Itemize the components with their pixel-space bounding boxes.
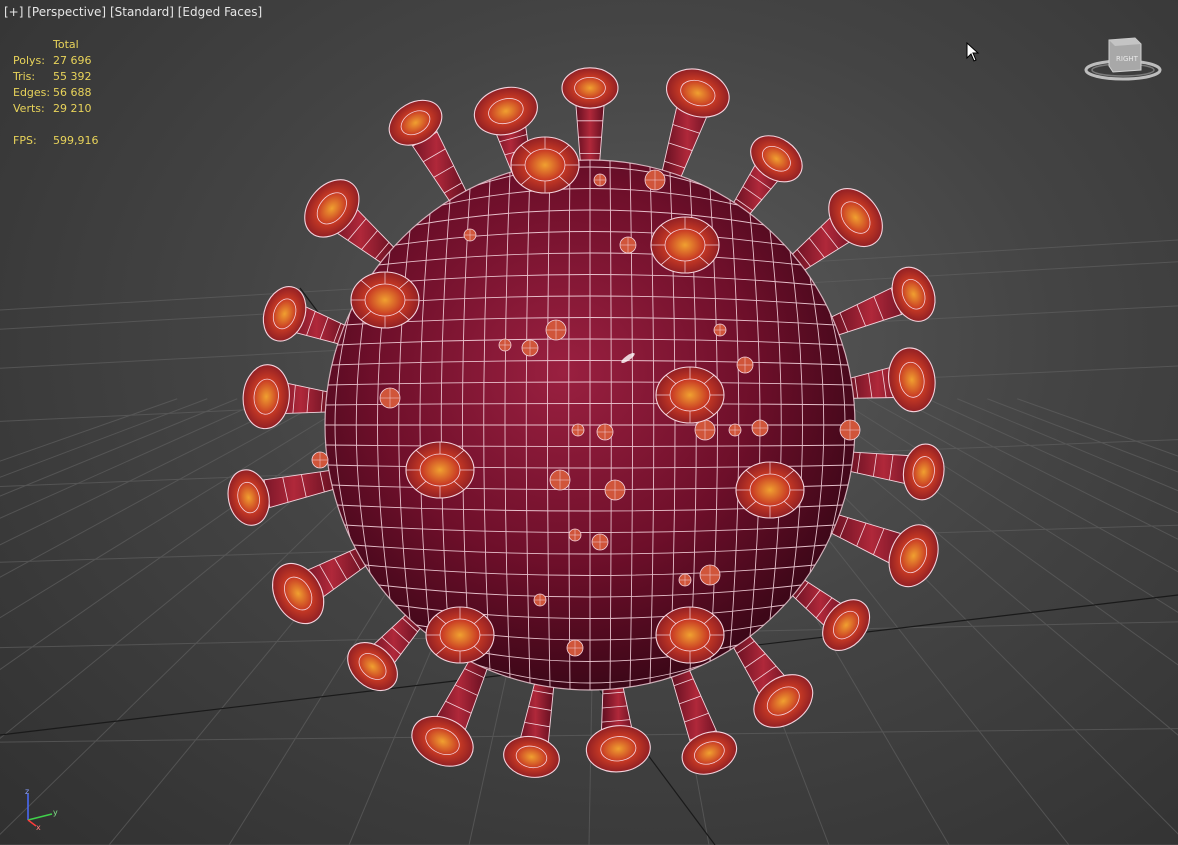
stats-value: 27 696 [53,54,92,67]
stats-row-edges: Edges: 56 688 [13,85,99,101]
stats-row-polys: Polys: 27 696 [13,53,99,69]
viewport-shading-standard[interactable]: [Standard] [110,5,174,19]
viewport-label: [+] [Perspective] [Standard] [Edged Face… [4,5,262,19]
stats-value: 29 210 [53,102,92,115]
viewport-display-mode[interactable]: [Edged Faces] [178,5,262,19]
stats-label: Tris: [13,70,36,83]
axis-z-label: z [25,787,29,796]
axis-tripod-icon: z y x [25,787,58,830]
virus-body[interactable] [314,146,867,705]
stats-label: Edges: [13,86,51,99]
viewcube-face-label: RIGHT [1116,55,1139,63]
axis-x-label: x [36,823,41,830]
scene-canvas[interactable] [0,0,1178,845]
mouse-cursor-icon [966,42,980,62]
stats-label: Verts: [13,102,45,115]
stats-value: 55 392 [53,70,92,83]
stats-header: Total [53,38,79,51]
fps-value: 599,916 [53,134,99,147]
stats-row-fps: FPS: 599,916 [13,133,99,149]
fps-label: FPS: [13,134,37,147]
stats-label: Polys: [13,54,45,67]
stats-value: 56 688 [53,86,92,99]
edged-faces-wireframe [325,160,855,690]
axis-y-label: y [53,808,58,817]
perspective-viewport[interactable]: [+] [Perspective] [Standard] [Edged Face… [0,0,1178,845]
viewcube[interactable]: RIGHT [1083,34,1163,86]
scene-statistics: Total Polys: 27 696 Tris: 55 392 Edges: 56 … [13,37,99,149]
viewport-menu-plus[interactable]: [+] [4,5,23,19]
stats-row-verts: Verts: 29 210 [13,101,99,117]
viewport-point-of-view[interactable]: [Perspective] [27,5,106,19]
stats-row-tris: Tris: 55 392 [13,69,99,85]
